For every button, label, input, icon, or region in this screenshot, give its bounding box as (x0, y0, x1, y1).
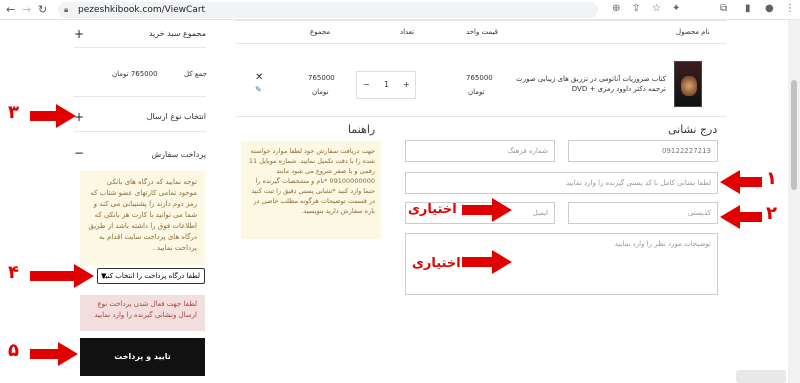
annotation-num-3: ٣ (8, 102, 19, 123)
arrow-optional-2 (462, 250, 512, 274)
annotation-num-1: ١ (766, 168, 777, 189)
arrow-3 (30, 104, 76, 128)
scrollbar-thumb[interactable] (791, 80, 797, 190)
annotation-num-2: ٢ (766, 203, 777, 224)
annotation-num-5: ۵ (8, 340, 19, 361)
arrow-4 (30, 264, 94, 288)
annotation-arrows (30, 104, 762, 366)
arrow-2 (720, 205, 762, 229)
page-scrollbar[interactable] (788, 20, 800, 383)
arrow-optional-1 (462, 198, 512, 222)
arrow-1 (720, 170, 762, 194)
arrow-5 (30, 342, 78, 366)
annotation-num-4: ۴ (8, 262, 19, 283)
corner-widget (736, 370, 786, 383)
